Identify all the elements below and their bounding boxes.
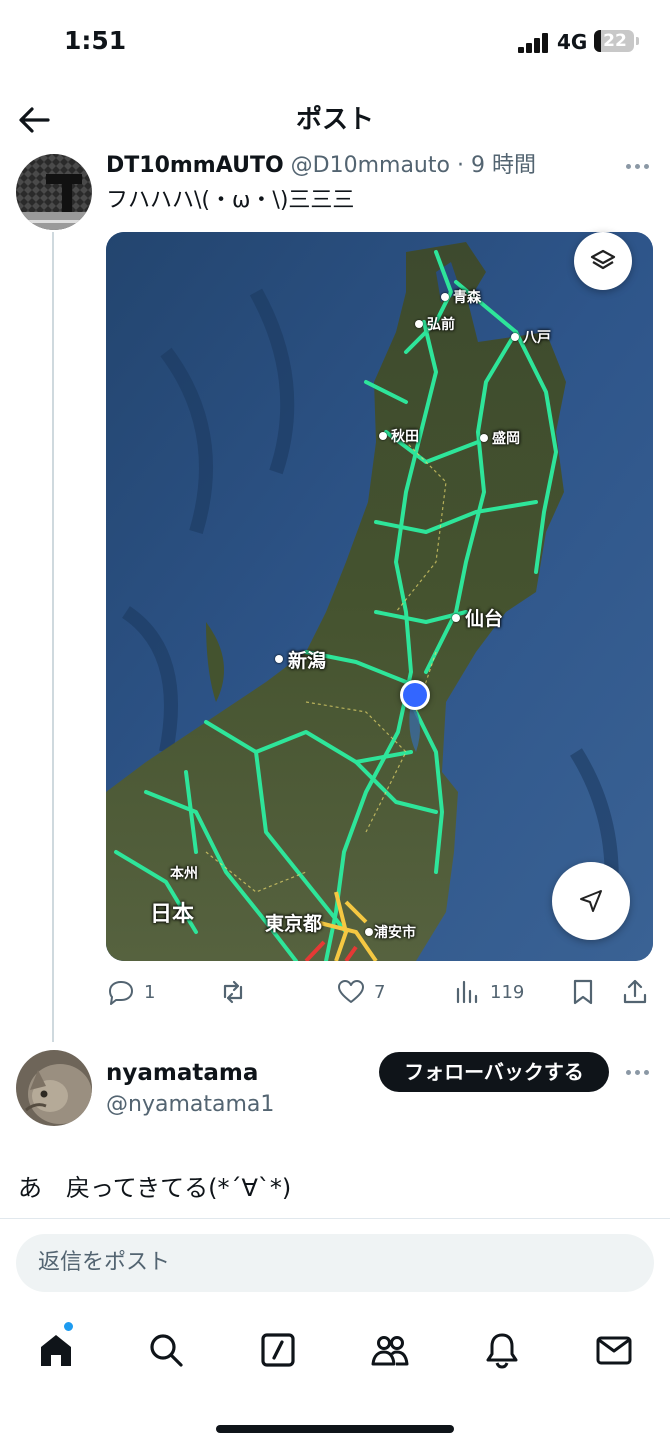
repost-button[interactable] [218,972,256,1012]
map-label-honshu: 本州 [170,866,198,882]
nav-header: ポスト [0,92,670,148]
views-count: 119 [490,981,525,1003]
map-navigate-fab[interactable] [552,862,630,940]
arrow-left-icon [19,107,50,133]
post-actions: 1 7 119 [106,972,653,1012]
post-time: 9 時間 [470,153,536,178]
map-label-niigata: 新潟 [288,650,327,672]
grok-icon [261,1333,295,1367]
like-count: 7 [374,981,386,1003]
page-title: ポスト [295,105,374,135]
repost-icon [223,980,243,1004]
reply-count: 1 [144,981,156,1003]
status-bar: 1:51 4G 22 [0,0,670,86]
tab-messages[interactable] [584,1322,644,1378]
map-label-aomori: 青森 [453,290,481,306]
map-label-hirosaki: 弘前 [427,317,455,333]
like-button[interactable]: 7 [336,972,385,1012]
map-label-nihon: 日本 [150,902,195,927]
map-label-urayasu: 浦安市 [374,925,416,941]
map-label-akita: 秋田 [391,429,419,445]
tab-notifications[interactable] [472,1322,532,1378]
map-image[interactable]: 青森 弘前 八戸 秋田 盛岡 仙台 新潟 本州 日本 東京都 浦安市 [106,232,653,961]
battery-level: 22 [603,31,627,51]
post-text: フハハハ\(・ω・\)三三三 [106,188,355,213]
heart-icon [338,980,364,1003]
home-indicator[interactable] [216,1425,454,1433]
communities-icon [371,1336,409,1366]
reply-handle[interactable]: @nyamatama1 [106,1089,274,1121]
bookmark-button[interactable] [568,972,598,1012]
separator: · [456,153,464,178]
messages-icon [596,1336,632,1365]
more-icon[interactable] [624,156,654,176]
reply-more-icon[interactable] [624,1062,654,1082]
tab-bar [0,1310,670,1390]
avatar[interactable] [16,154,92,230]
views-icon [456,980,478,1004]
status-time: 1:51 [64,26,127,55]
follow-back-button[interactable]: フォローバックする [379,1052,609,1092]
battery-tip [636,37,639,45]
home-notification-dot [63,1321,74,1332]
tab-communities[interactable] [360,1322,420,1378]
reply-button[interactable]: 1 [106,972,155,1012]
back-button[interactable] [14,100,54,140]
reply-compose-input[interactable]: 返信をポスト [16,1234,654,1292]
navigation-arrow-icon [580,890,602,912]
tab-search[interactable] [136,1322,196,1378]
notifications-icon [486,1333,518,1369]
reply-text: あ 戻ってきてる(*´∀`*) [18,1174,292,1202]
thread-line [52,232,54,1042]
satellite-map [106,232,653,961]
user-handle[interactable]: @D10mmauto [291,153,450,178]
reply-display-name[interactable]: nyamatama [106,1056,258,1090]
reply-icon [109,981,133,1005]
signal-icon [518,33,550,53]
layers-icon [590,249,616,270]
map-label-sendai: 仙台 [465,608,504,630]
tab-grok[interactable] [248,1322,308,1378]
current-location-marker [400,680,430,710]
battery-icon: 22 [594,30,634,52]
search-icon [150,1334,183,1367]
network-type: 4G [557,30,588,54]
map-label-hachinohe: 八戸 [523,330,551,346]
reply-avatar[interactable] [16,1050,92,1126]
views-button[interactable]: 119 [452,972,524,1012]
home-icon [41,1335,71,1366]
map-label-tokyo: 東京都 [265,913,323,935]
post-header: DT10mmAUTO @D10mmauto · 9 時間 [106,148,536,184]
map-label-morioka: 盛岡 [492,431,520,447]
share-button[interactable] [620,972,650,1012]
tab-home[interactable] [26,1322,86,1378]
share-icon [623,979,647,1004]
bookmark-icon [573,979,593,1005]
map-layers-fab[interactable] [574,232,632,290]
divider [0,1218,670,1219]
display-name[interactable]: DT10mmAUTO [106,153,284,178]
